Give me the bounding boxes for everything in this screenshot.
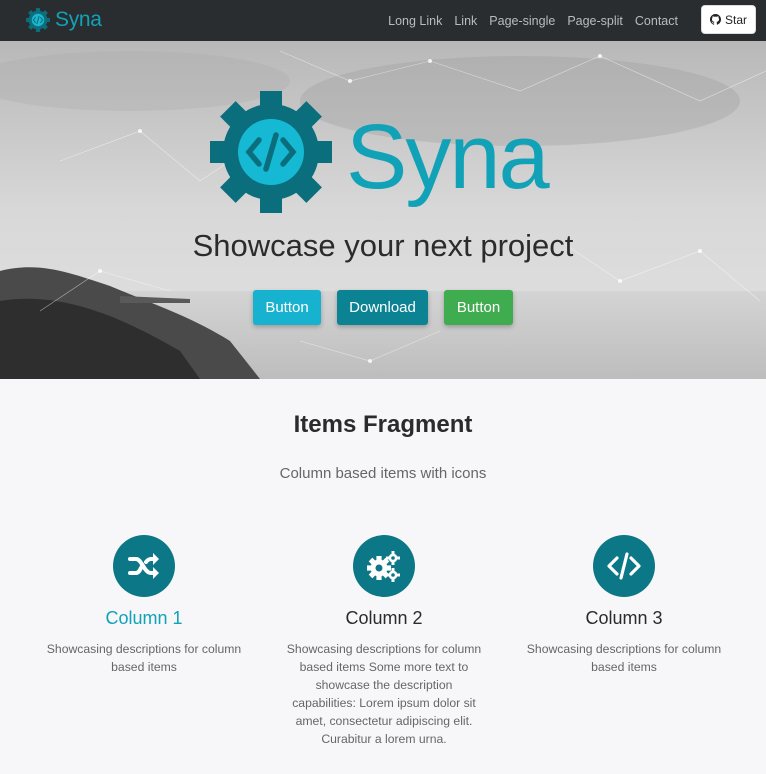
hero-button-3[interactable]: Button [444,290,513,325]
hero-button-1[interactable]: Button [253,290,321,325]
nav-link-long-link[interactable]: Long Link [382,14,448,28]
code-icon [607,552,641,580]
brand-name: Syna [55,8,102,31]
column-1-icon-circle [113,535,175,597]
item-column-2: Column 2 Showcasing descriptions for col… [264,535,504,748]
column-3-icon-circle [593,535,655,597]
nav-link-page-single[interactable]: Page-single [483,14,561,28]
column-3-title: Column 3 [585,608,663,628]
item-column-1: Column 1 Showcasing descriptions for col… [24,535,264,676]
hero-title: Showcase your next project [192,228,574,263]
hero-logo-wordmark: Syna [346,106,551,208]
download-button[interactable]: Download [337,290,428,325]
column-2-icon-circle [353,535,415,597]
nav-link-page-split[interactable]: Page-split [561,14,629,28]
nav-link-link[interactable]: Link [448,14,483,28]
nav-link-contact[interactable]: Contact [629,14,684,28]
cogs-icon [367,551,400,582]
github-star-button[interactable]: Star [701,5,756,34]
column-2-title: Column 2 [345,608,423,628]
github-icon [709,14,721,25]
gear-logo-icon [26,8,50,32]
item-column-3: Column 3 Showcasing descriptions for col… [504,535,744,676]
nav-links: Long Link Link Page-single Page-split Co… [382,0,684,41]
column-3-description: Showcasing descriptions for column based… [526,642,722,674]
items-section-title: Items Fragment [293,411,473,438]
column-1-title[interactable]: Column 1 [24,608,264,629]
hero-buttons: Button Download Button [0,290,766,325]
hero-banner: Syna Showcase your next project Button D… [0,41,766,379]
column-1-description: Showcasing descriptions for column based… [46,642,242,674]
hero-syna-logo: Syna [210,91,553,213]
star-label: Star [724,12,747,27]
navbar: Syna Long Link Link Page-single Page-spl… [0,0,766,41]
shuffle-icon [128,553,159,579]
brand-logo[interactable]: Syna [25,7,102,33]
items-section-subtitle: Column based items with icons [279,465,487,482]
column-2-description: Showcasing descriptions for column based… [286,642,482,746]
